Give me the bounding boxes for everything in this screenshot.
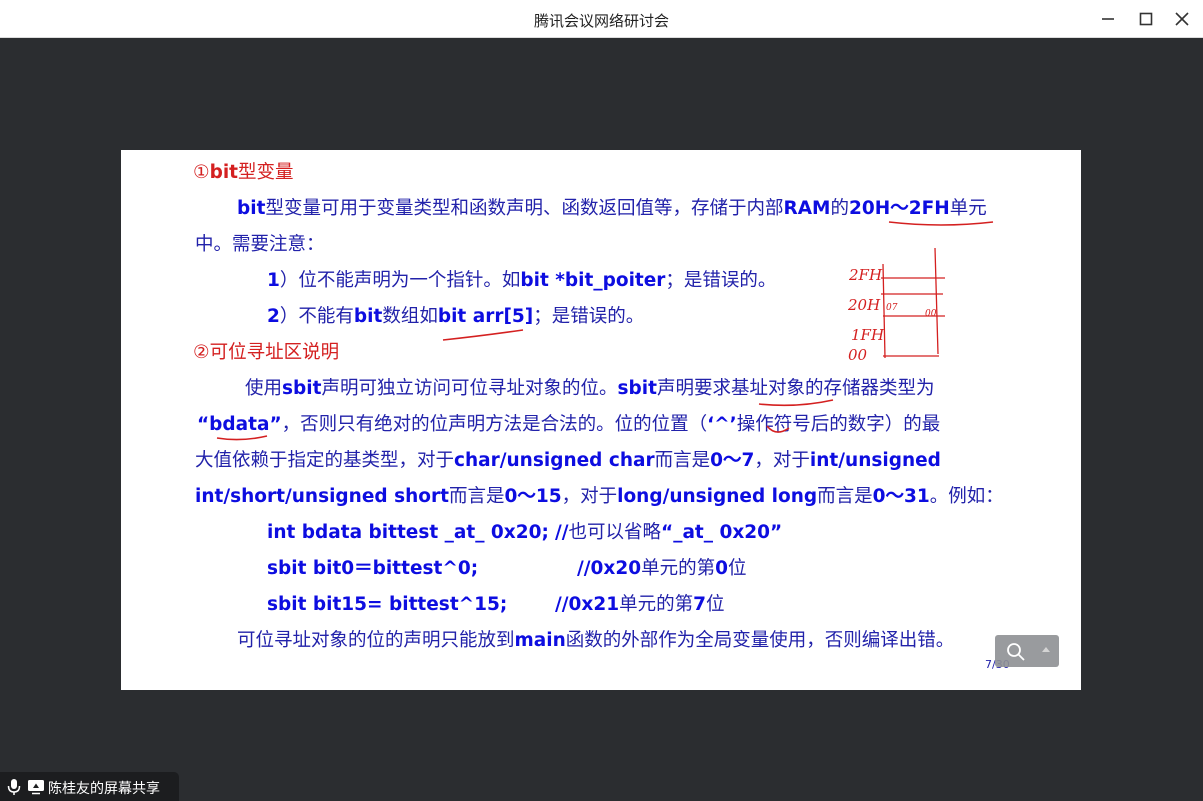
heading-bit-variable: ①bit型变量: [193, 162, 294, 183]
maximize-button[interactable]: [1133, 6, 1159, 32]
minimize-button[interactable]: [1095, 6, 1121, 32]
screen-share-icon: [28, 780, 44, 795]
heading-bit-addressable: ②可位寻址区说明: [193, 342, 340, 363]
para2-line2: “bdata”，否则只有绝对的位声明方法是合法的。位的位置（‘^’操作符号后的数…: [197, 414, 941, 435]
slide-zoom-control[interactable]: [995, 635, 1059, 667]
shared-slide: ①bit型变量 bit型变量可用于变量类型和函数声明、函数返回值等，存储于内部R…: [121, 150, 1081, 690]
caret-up-icon[interactable]: [1039, 643, 1053, 657]
code-comment-2: //0x20单元的第0位: [577, 558, 747, 579]
close-button[interactable]: [1169, 6, 1195, 32]
hand-label-1fh: 1FH: [851, 326, 885, 344]
hand-label-07: 07: [886, 303, 898, 313]
minimize-icon: [1102, 18, 1114, 20]
para1-line1: bit型变量可用于变量类型和函数声明、函数返回值等，存储于内部RAM的20H～2…: [237, 198, 987, 219]
window-titlebar: 腾讯会议网络研讨会: [0, 0, 1203, 38]
hand-label-00-bottom: 00: [848, 346, 868, 364]
note-pointer: 1）位不能声明为一个指针。如bit *bit_poiter；是错误的。: [267, 270, 777, 291]
note-array: 2）不能有bit数组如bit arr[5]；是错误的。: [267, 306, 645, 327]
code-line-1: int bdata bittest _at_ 0x20;: [267, 522, 549, 543]
para2-line4: int/short/unsigned short而言是0～15，对于long/u…: [195, 486, 1004, 507]
screen-share-label: 陈桂友的屏幕共享: [48, 781, 160, 797]
code-comment-1: //也可以省略“_at_ 0x20”: [555, 522, 783, 543]
screen-share-tag[interactable]: 陈桂友的屏幕共享: [0, 772, 179, 801]
code-line-3: sbit bit15= bittest^15;: [267, 594, 508, 615]
code-line-2: sbit bit0＝bittest^0;: [267, 558, 479, 579]
close-icon: [1175, 12, 1189, 26]
closing-line: 可位寻址对象的位的声明只能放到main函数的外部作为全局变量使用，否则编译出错。: [237, 630, 955, 651]
hand-label-00: 00: [925, 309, 937, 319]
hand-label-20h: 20H: [847, 296, 881, 314]
para1-line2: 中。需要注意：: [195, 234, 325, 255]
microphone-icon[interactable]: [6, 778, 22, 796]
window-title: 腾讯会议网络研讨会: [533, 12, 669, 30]
magnifier-icon[interactable]: [1005, 641, 1027, 663]
maximize-icon: [1139, 12, 1153, 26]
code-comment-3: //0x21单元的第7位: [555, 594, 725, 615]
hand-label-2fh: 2FH: [848, 266, 883, 284]
para2-line1: 使用sbit声明可独立访问可位寻址对象的位。sbit声明要求基址对象的存储器类型…: [245, 378, 935, 399]
para2-line3: 大值依赖于指定的基类型，对于char/unsigned char而言是0～7，对…: [195, 450, 941, 471]
